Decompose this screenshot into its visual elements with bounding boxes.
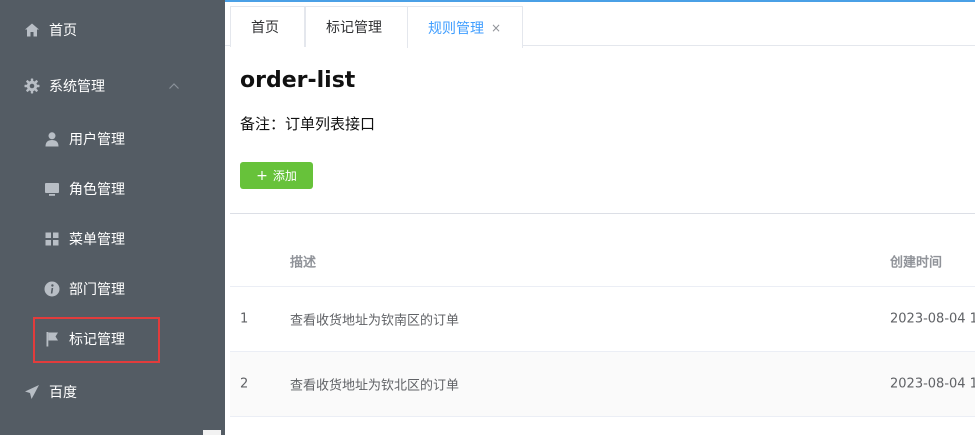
sidebar-item-label: 系统管理 bbox=[49, 79, 105, 95]
monitor-icon bbox=[44, 181, 60, 197]
row-description: 查看收货地址为钦北区的订单 bbox=[290, 378, 460, 394]
flag-icon bbox=[44, 331, 60, 347]
row-created-time: 2023-08-04 1( bbox=[890, 376, 975, 392]
sidebar-item-label: 标记管理 bbox=[69, 332, 125, 348]
send-icon bbox=[24, 384, 40, 400]
sidebar-item-label: 部门管理 bbox=[69, 282, 125, 298]
sidebar-item-marks[interactable]: 标记管理 bbox=[0, 311, 225, 367]
sidebar-item-departments[interactable]: 部门管理 bbox=[0, 261, 225, 317]
grid-icon bbox=[44, 231, 60, 247]
tab-label: 标记管理 bbox=[326, 20, 382, 36]
sidebar-item-menus[interactable]: 菜单管理 bbox=[0, 211, 225, 267]
sidebar-item-label: 角色管理 bbox=[69, 182, 125, 198]
sidebar-item-baidu[interactable]: 百度 bbox=[0, 364, 225, 420]
sidebar-item-label: 菜单管理 bbox=[69, 232, 125, 248]
tab-bar: 首页 标记管理 规则管理 × bbox=[225, 2, 975, 48]
row-index: 1 bbox=[240, 311, 249, 327]
add-button-label: 添加 bbox=[272, 169, 297, 183]
table-row[interactable]: 1 查看收货地址为钦南区的订单 2023-08-04 1( bbox=[230, 287, 975, 352]
gear-icon bbox=[24, 78, 40, 94]
plus-icon: + bbox=[256, 167, 268, 184]
sidebar-item-system[interactable]: 系统管理 bbox=[0, 58, 225, 114]
sidebar-item-label: 百度 bbox=[49, 385, 77, 401]
tab-rules[interactable]: 规则管理 × bbox=[407, 6, 523, 48]
sidebar-item-roles[interactable]: 角色管理 bbox=[0, 161, 225, 217]
sidebar-item-label: 首页 bbox=[49, 23, 77, 39]
page-title: order-list bbox=[240, 68, 356, 93]
sidebar-menu: 首页 系统管理 用户管理 角色管理 菜单管理 部门管理 标记管理 百度 bbox=[0, 0, 225, 435]
divider bbox=[230, 213, 975, 214]
page-remark: 备注：订单列表接口 bbox=[240, 115, 376, 133]
tab-label: 首页 bbox=[251, 20, 279, 36]
table-row[interactable]: 2 查看收货地址为钦北区的订单 2023-08-04 1( bbox=[230, 352, 975, 417]
add-button[interactable]: + 添加 bbox=[240, 162, 313, 189]
tab-label: 规则管理 bbox=[428, 20, 484, 37]
user-icon bbox=[44, 131, 60, 147]
app-window: 首页 系统管理 用户管理 角色管理 菜单管理 部门管理 标记管理 百度 首页 标… bbox=[0, 0, 975, 435]
home-icon bbox=[24, 22, 40, 38]
tab-marks[interactable]: 标记管理 bbox=[305, 6, 408, 47]
row-created-time: 2023-08-04 1( bbox=[890, 311, 975, 327]
main-content: 首页 标记管理 规则管理 × order-list 备注：订单列表接口 + 添加… bbox=[225, 0, 975, 435]
chevron-up-icon bbox=[168, 78, 180, 94]
sidebar-item-home[interactable]: 首页 bbox=[0, 2, 225, 58]
row-description: 查看收货地址为钦南区的订单 bbox=[290, 313, 460, 329]
close-icon[interactable]: × bbox=[491, 21, 501, 35]
sidebar-item-label: 用户管理 bbox=[69, 132, 125, 148]
column-header-created[interactable]: 创建时间 bbox=[890, 252, 942, 271]
sidebar-item-users[interactable]: 用户管理 bbox=[0, 111, 225, 167]
table-header: 描述 创建时间 bbox=[230, 236, 975, 287]
row-index: 2 bbox=[240, 376, 249, 392]
tab-home[interactable]: 首页 bbox=[230, 6, 305, 47]
sidebar-scrollbar[interactable] bbox=[203, 430, 221, 435]
info-icon bbox=[44, 281, 60, 297]
column-header-description[interactable]: 描述 bbox=[290, 252, 316, 271]
